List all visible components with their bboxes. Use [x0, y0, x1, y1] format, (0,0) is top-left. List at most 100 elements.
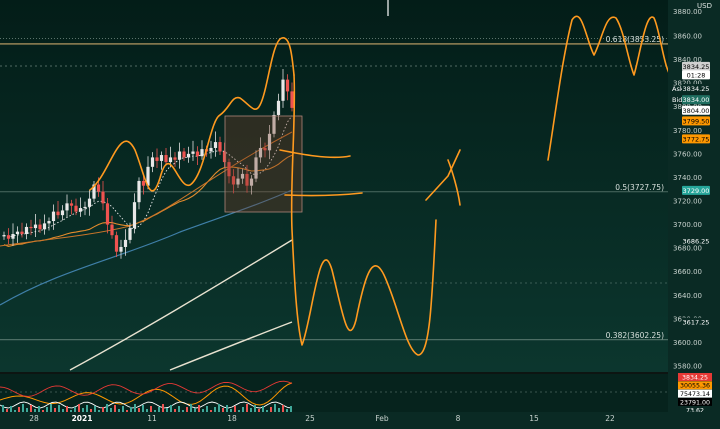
volume-bar: [130, 407, 132, 412]
volume-bar: [82, 408, 84, 412]
volume-bar: [118, 409, 120, 412]
price-tick-label: 3680.00: [673, 245, 702, 253]
volume-bar: [6, 409, 8, 412]
volume-bar: [102, 407, 104, 412]
volume-bar: [170, 405, 172, 412]
volume-bar: [210, 410, 212, 412]
price-tag-text: 3617.25: [683, 319, 710, 327]
fib-level-label: 0.618(3853.25): [606, 35, 664, 44]
volume-bar: [186, 407, 188, 412]
volume-bar: [22, 404, 24, 412]
volume-bar: [154, 410, 156, 412]
volume-bar: [198, 405, 200, 412]
volume-bar: [98, 410, 100, 412]
volume-bar: [226, 405, 228, 412]
price-tag-text: 3729.00: [683, 187, 710, 195]
price-tick-label: 3700.00: [673, 221, 702, 229]
volume-bar: [190, 404, 192, 412]
volume-bar: [214, 407, 216, 412]
volume-bar: [46, 407, 48, 412]
volume-bar: [90, 409, 92, 412]
volume-bar: [58, 405, 60, 412]
time-tick-label: 22: [605, 414, 615, 423]
price-tag-text: 01:28: [687, 71, 706, 79]
fib-level-label: 0.382(3602.25): [606, 331, 664, 340]
price-tick-label: 3640.00: [673, 292, 702, 300]
volume-bar: [42, 410, 44, 412]
volume-bar: [146, 409, 148, 412]
price-tag-text: 3834.25: [683, 63, 710, 71]
indicator-tag-text: 75473.14: [680, 391, 710, 398]
volume-bar: [234, 406, 236, 412]
time-tick-label: 28: [29, 414, 39, 423]
chart-root: 0.618(3853.25) 0.5(3727.75) 0.382(3602.25)…: [0, 0, 720, 425]
volume-bar: [110, 408, 112, 412]
volume-bar: [78, 404, 80, 412]
volume-bar: [74, 407, 76, 412]
volume-bar: [62, 409, 64, 412]
volume-bar: [254, 405, 256, 412]
volume-bar: [50, 404, 52, 412]
volume-bar: [278, 408, 280, 412]
volume-bar: [282, 405, 284, 412]
volume-bar: [126, 410, 128, 412]
volume-bar: [194, 408, 196, 412]
volume-bar: [218, 404, 220, 412]
volume-bar: [182, 410, 184, 412]
price-tick-label: 3580.00: [673, 363, 702, 371]
volume-bar: [238, 410, 240, 412]
volume-bar: [66, 406, 68, 412]
volume-bar: [274, 404, 276, 412]
volume-bar: [94, 406, 96, 412]
price-tag-text: 3686.25: [683, 237, 710, 245]
volume-bar: [270, 407, 272, 412]
price-tick-label: 3760.00: [673, 150, 702, 158]
volume-bar: [166, 408, 168, 412]
indicator-panel: [0, 372, 720, 412]
volume-bar: [246, 404, 248, 412]
indicator-tag-text: 3834.25: [682, 374, 708, 381]
trading-chart[interactable]: 0.618(3853.25) 0.5(3727.75) 0.382(3602.25)…: [0, 0, 720, 425]
volume-bar: [286, 409, 288, 412]
price-tick-label: 3860.00: [673, 33, 702, 41]
volume-bar: [70, 410, 72, 412]
volume-bar: [290, 406, 292, 412]
volume-bar: [14, 410, 16, 412]
volume-bar: [18, 407, 20, 412]
volume-bar: [106, 404, 108, 412]
volume-bar: [26, 408, 28, 412]
volume-bar: [202, 409, 204, 412]
price-tag-text: 3804.00: [683, 107, 710, 115]
time-tick-label: 2021: [72, 414, 93, 423]
price-tick-label: 3740.00: [673, 174, 702, 182]
volume-bar: [142, 405, 144, 412]
volume-bar: [222, 408, 224, 412]
volume-bar: [30, 405, 32, 412]
volume-bar: [138, 408, 140, 412]
time-tick-label: Feb: [375, 414, 389, 423]
volume-bar: [34, 409, 36, 412]
volume-bar: [114, 405, 116, 412]
time-tick-label: 8: [456, 414, 461, 423]
time-tick-label: 15: [529, 414, 539, 423]
volume-bar: [150, 406, 152, 412]
volume-bar: [230, 409, 232, 412]
indicator-pane-background: [0, 374, 668, 412]
price-tick-label: 3720.00: [673, 198, 702, 206]
price-tag-text: 3772.75: [683, 135, 710, 143]
volume-bar: [38, 406, 40, 412]
volume-bar: [266, 410, 268, 412]
price-tick-label: 3600.00: [673, 339, 702, 347]
volume-bar: [206, 406, 208, 412]
time-axis: 28 2021 11 18 25 Feb 8 15 22: [0, 412, 720, 425]
volume-bar: [258, 409, 260, 412]
range-box[interactable]: [224, 115, 303, 213]
indicator-tag-text: 23791.00: [680, 399, 710, 406]
volume-bar: [242, 407, 244, 412]
volume-bar: [162, 404, 164, 412]
volume-bar: [262, 406, 264, 412]
price-tag-text: 3834.00: [683, 96, 710, 104]
indicator-tag-text: 30055.36: [680, 383, 710, 390]
time-tick-label: 18: [227, 414, 237, 423]
price-tick-label: 3880.00: [673, 8, 702, 16]
